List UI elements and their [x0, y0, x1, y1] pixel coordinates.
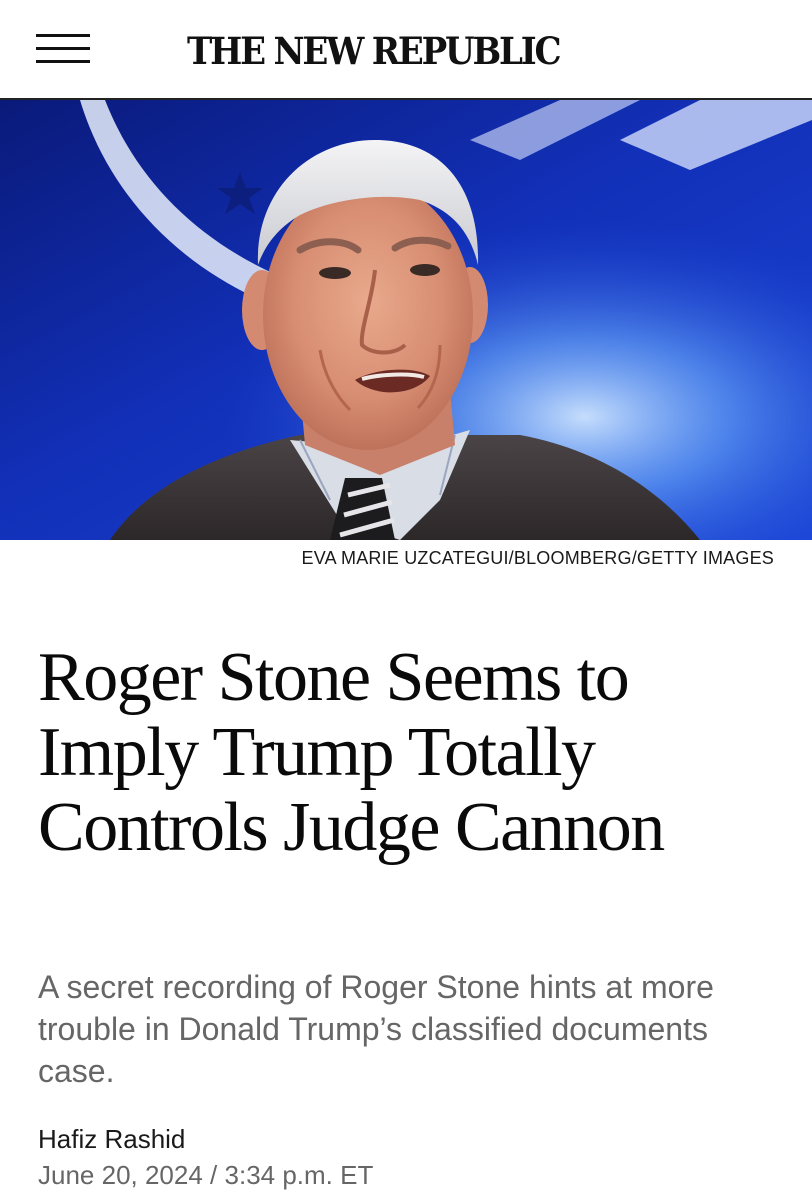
site-logo[interactable]: THE NEW REPUBLIC — [187, 28, 599, 74]
date-separator: / — [210, 1160, 218, 1190]
menu-bar — [36, 34, 90, 37]
publish-date: June 20, 2024 — [38, 1160, 203, 1190]
author-byline[interactable]: Hafiz Rashid — [38, 1124, 185, 1155]
hamburger-menu-icon[interactable] — [36, 33, 90, 65]
site-header: THE NEW REPUBLIC — [0, 0, 812, 100]
publish-dateline: June 20, 2024 / 3:34 p.m. ET — [38, 1160, 373, 1191]
article-dek: A secret recording of Roger Stone hints … — [38, 969, 714, 1089]
hero-image — [0, 100, 812, 540]
photo-credit: EVA MARIE UZCATEGUI/BLOOMBERG/GETTY IMAG… — [301, 548, 774, 568]
publish-time: 3:34 p.m. ET — [224, 1160, 374, 1190]
menu-bar — [36, 47, 90, 50]
menu-bar — [36, 60, 90, 63]
article-headline: Roger Stone Seems to Imply Trump Totally… — [38, 639, 665, 866]
